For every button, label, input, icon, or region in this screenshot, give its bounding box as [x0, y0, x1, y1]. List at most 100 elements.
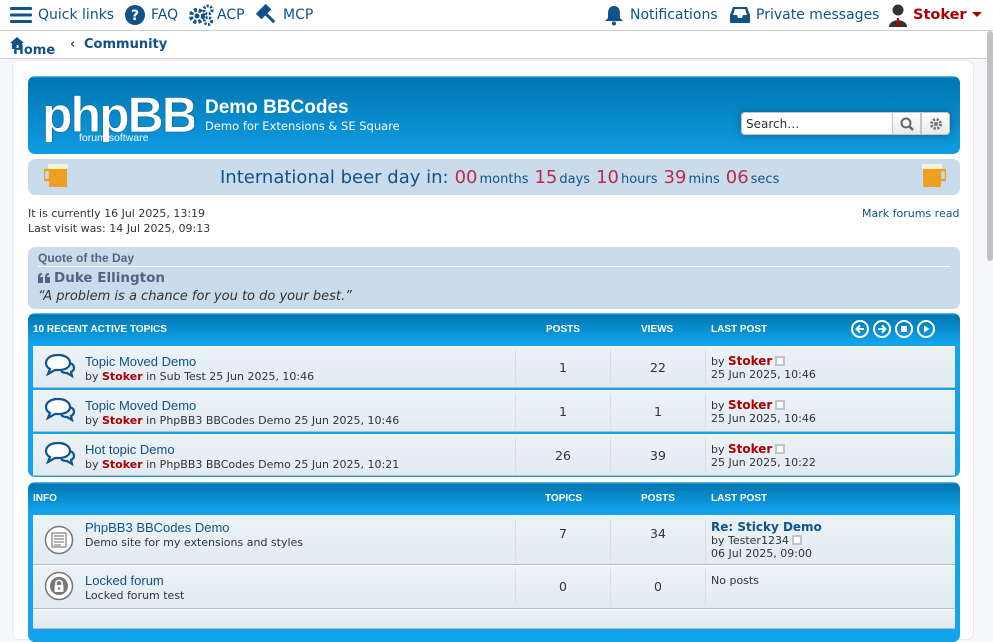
- topic-title-link[interactable]: Hot topic Demo: [85, 442, 175, 457]
- recent-col-posts: Posts: [546, 324, 580, 335]
- countdown-label: International beer day in:: [220, 167, 449, 188]
- search-input[interactable]: [741, 112, 893, 135]
- forum-topics-count: 0: [559, 579, 567, 594]
- scrollbar-thumb[interactable]: [987, 31, 993, 261]
- search-button[interactable]: [892, 112, 921, 135]
- current-time: It is currently 16 Jul 2025, 13:19: [28, 207, 206, 220]
- search-box: [741, 112, 950, 135]
- quick-links-button[interactable]: Quick links: [10, 3, 114, 27]
- countdown-hours-unit: hours: [620, 172, 658, 187]
- forum-col-posts: Posts: [641, 493, 675, 504]
- bell-icon: [605, 6, 623, 26]
- topic-author-link[interactable]: Stoker: [102, 458, 143, 471]
- countdown-mins: 39: [663, 167, 687, 188]
- last-post-date: 25 Jun 2025, 10:46: [711, 412, 816, 425]
- mcp-link[interactable]: MCP: [255, 3, 313, 27]
- topic-views-count: 22: [650, 360, 666, 375]
- goto-post-icon[interactable]: [775, 400, 786, 410]
- beer-mug-icon: [44, 164, 68, 187]
- acp-link[interactable]: ACP: [188, 3, 245, 27]
- topic-read-icon: [44, 353, 76, 379]
- help-question-icon: ?: [125, 5, 145, 25]
- topic-meta: by Stoker in PhpBB3 BBCodes Demo 25 Jun …: [85, 458, 400, 471]
- gears-icon: [189, 4, 214, 26]
- topic-author-link[interactable]: Stoker: [102, 370, 143, 383]
- countdown-days: 15: [534, 167, 558, 188]
- topic-posts-count: 1: [559, 360, 567, 375]
- mark-forums-read-link[interactable]: Mark forums read: [862, 207, 959, 220]
- forum-row: [33, 609, 955, 629]
- last-post-author-link[interactable]: Stoker: [728, 442, 772, 456]
- forum-title-link[interactable]: Locked forum: [85, 573, 164, 588]
- last-post-date: 25 Jun 2025, 10:22: [711, 456, 816, 469]
- topic-author-link[interactable]: Stoker: [102, 414, 143, 427]
- acp-label: ACP: [217, 7, 245, 23]
- quote-divider: [38, 266, 950, 267]
- phpbb-logo[interactable]: phpBB forum software: [42, 87, 198, 144]
- site-title: Demo BBCodes: [205, 97, 349, 118]
- forum-locked-icon: [44, 571, 74, 601]
- private-messages-button[interactable]: Private messages: [729, 3, 879, 27]
- last-post-author[interactable]: by Tester1234: [711, 534, 789, 547]
- faq-link[interactable]: ? FAQ: [124, 3, 178, 27]
- last-post-date: 25 Jun 2025, 10:46: [711, 368, 816, 381]
- quote-author-name: Duke Ellington: [54, 270, 166, 286]
- notifications-button[interactable]: Notifications: [604, 3, 718, 27]
- last-post-title-link[interactable]: Re: Sticky Demo: [711, 520, 822, 534]
- quick-links-label: Quick links: [38, 7, 115, 23]
- quote-icon: [38, 273, 50, 283]
- countdown-hours: 10: [596, 167, 619, 188]
- forum-description: Demo site for my extensions and styles: [85, 536, 304, 549]
- forum-col-last-post: Last post: [711, 493, 768, 504]
- countdown-mins-unit: mins: [688, 172, 720, 187]
- countdown-secs: 06: [725, 167, 749, 188]
- forum-posts-count: 0: [654, 579, 662, 594]
- topic-last-post: by Stoker 25 Jun 2025, 10:46: [711, 354, 816, 382]
- stop-icon: [901, 326, 907, 332]
- quote-title: Quote of the Day: [38, 251, 135, 265]
- beer-mug-icon: [922, 164, 946, 187]
- topic-views-count: 39: [650, 448, 666, 463]
- forum-description: Locked forum test: [85, 589, 185, 602]
- svg-text:?: ?: [131, 8, 139, 24]
- topic-posts-count: 1: [559, 404, 567, 419]
- breadcrumb-community[interactable]: Community: [84, 37, 167, 52]
- last-post-author-link[interactable]: Stoker: [728, 398, 772, 412]
- category-heading[interactable]: Info: [33, 493, 57, 504]
- topic-meta: by Stoker in PhpBB3 BBCodes Demo 25 Jun …: [85, 414, 400, 427]
- scroll-next-button[interactable]: [873, 320, 891, 338]
- scroll-stop-button[interactable]: [895, 320, 913, 338]
- forum-topics-count: 7: [559, 526, 567, 541]
- topic-views-count: 1: [654, 404, 662, 419]
- faq-label: FAQ: [151, 7, 179, 23]
- advanced-search-button[interactable]: [921, 112, 950, 135]
- recent-topics-heading: 10 Recent active topics: [33, 324, 167, 335]
- breadcrumb-separator-icon: ‹: [70, 37, 76, 52]
- scroll-play-button[interactable]: [917, 320, 935, 338]
- forum-posts-count: 34: [650, 526, 666, 541]
- goto-post-icon[interactable]: [791, 535, 802, 545]
- inbox-icon: [730, 7, 750, 23]
- user-menu[interactable]: Stoker: [888, 3, 983, 27]
- notifications-label: Notifications: [630, 7, 718, 23]
- forum-title-link[interactable]: PhpBB3 BBCodes Demo: [85, 520, 230, 535]
- countdown-secs-unit: secs: [750, 172, 780, 187]
- forum-last-post-none: No posts: [711, 574, 759, 587]
- goto-post-icon[interactable]: [775, 444, 786, 454]
- gavel-icon: [256, 4, 276, 24]
- forum-col-topics: Topics: [545, 493, 583, 504]
- private-messages-label: Private messages: [756, 7, 880, 23]
- cog-icon: [929, 117, 942, 130]
- top-navbar: Quick links ? FAQ ACP MCP Notifications …: [0, 0, 993, 31]
- last-post-author-link[interactable]: Stoker: [728, 354, 772, 368]
- goto-post-icon[interactable]: [775, 356, 786, 366]
- topic-title-link[interactable]: Topic Moved Demo: [85, 398, 196, 413]
- topic-read-icon: [44, 397, 76, 423]
- breadcrumb-home[interactable]: Home: [10, 37, 55, 58]
- topic-last-post: by Stoker 25 Jun 2025, 10:46: [711, 398, 816, 426]
- countdown-months: 00: [454, 167, 478, 188]
- hamburger-menu-icon: [10, 7, 32, 23]
- countdown-days-unit: days: [559, 172, 591, 187]
- scroll-prev-button[interactable]: [851, 320, 869, 338]
- topic-title-link[interactable]: Topic Moved Demo: [85, 354, 196, 369]
